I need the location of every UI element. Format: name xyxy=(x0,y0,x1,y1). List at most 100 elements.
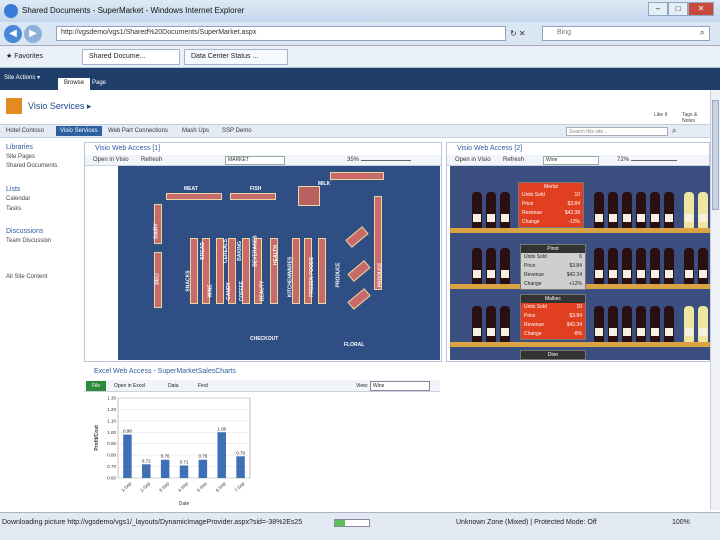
bar-7-Sep[interactable] xyxy=(236,456,245,478)
wine-bottle xyxy=(608,192,618,228)
search-icon[interactable]: ⌕ xyxy=(700,28,704,38)
favorites-button[interactable]: ★ Favorites xyxy=(6,52,43,60)
area-floral[interactable]: FLORAL xyxy=(344,342,364,348)
excel-data-menu[interactable]: Data xyxy=(168,383,179,389)
callout-pinot[interactable]: Pinot Units Sold 6 Price $3.84 Revenue $42.… xyxy=(520,244,586,290)
area-checkout[interactable]: CHECKOUT xyxy=(250,336,278,342)
nav-all-site-content[interactable]: All Site Content xyxy=(6,274,47,280)
aisle-wine[interactable]: WINE xyxy=(208,284,214,297)
visio2-zoom[interactable]: 72% xyxy=(617,157,629,163)
visio2-title[interactable]: Visio Web Access [2] xyxy=(447,143,709,155)
aisle-meat[interactable]: MEAT xyxy=(184,186,198,192)
page-scrollbar[interactable] xyxy=(710,90,720,510)
aisle-bread[interactable]: BREAD xyxy=(200,242,206,260)
security-zone: Unknown Zone (Mixed) | Protected Mode: O… xyxy=(456,519,597,526)
visio1-page-select[interactable]: MARKET xyxy=(225,156,285,165)
tags-notes-button[interactable]: Tags & Notes xyxy=(682,112,710,124)
maximize-button[interactable]: □ xyxy=(668,2,688,16)
back-button[interactable]: ◀ xyxy=(4,25,22,43)
aisle-baking[interactable]: BAKING xyxy=(237,241,243,261)
callout-merlot[interactable]: Merlot Units Sold 10 Price $3.84 Revenue $4… xyxy=(518,182,584,228)
nav-team-discussion[interactable]: Team Discussion xyxy=(6,238,51,244)
aisle-health[interactable]: HEALTH xyxy=(273,245,279,265)
aisle-milk[interactable]: MILK xyxy=(318,181,330,187)
visio1-open-button[interactable]: Open in Visio xyxy=(93,157,129,163)
search-input[interactable]: Bing xyxy=(542,26,710,41)
refresh-icon[interactable]: ↻ ✕ xyxy=(510,29,526,38)
excel-open-button[interactable]: Open in Excel xyxy=(114,383,145,389)
visio2-refresh-button[interactable]: Refresh xyxy=(503,157,524,163)
wine-bottle xyxy=(698,248,708,284)
store-map[interactable]: MEAT FISH MILK DAIRY DELI SNACKS BREAD W… xyxy=(118,166,440,360)
zoom-level[interactable]: 100% xyxy=(672,519,690,526)
aisle-produce-left[interactable]: PRODUCE xyxy=(336,262,342,287)
site-search-icon[interactable]: ⌕ xyxy=(672,126,676,136)
data-label: 1.00 xyxy=(217,426,226,431)
aisle-produce-right[interactable]: PRODUCE xyxy=(378,262,384,287)
aisle-beverages[interactable]: BEVERAGES xyxy=(253,235,259,266)
bar-4-Sep[interactable] xyxy=(179,465,189,478)
aisle-beauty[interactable]: BEAUTY xyxy=(259,281,265,302)
address-bar[interactable]: http://vgsdemo/vgs1/Shared%20Documents/S… xyxy=(56,26,506,41)
aisle-candy[interactable]: CANDY xyxy=(226,282,232,300)
nav-ssp-demo[interactable]: SSP Demo xyxy=(222,128,252,134)
aisle-kitchenwares[interactable]: KITCHENWARES xyxy=(287,257,293,298)
like-it-button[interactable]: Like It xyxy=(654,112,667,118)
tab-page[interactable]: Page xyxy=(86,78,112,90)
tab-data-center-status[interactable]: Data Center Status ... xyxy=(184,49,288,65)
aisle-coffee[interactable]: COFFEE xyxy=(239,281,245,301)
close-button[interactable]: ✕ xyxy=(688,2,714,16)
nav-tasks[interactable]: Tasks xyxy=(6,206,21,212)
aisle-dairy[interactable]: DAIRY xyxy=(154,223,160,238)
nav-hotel-contoso[interactable]: Hotel Contoso xyxy=(6,128,44,134)
aisle-deli[interactable]: DELI xyxy=(155,273,161,284)
visio1-refresh-button[interactable]: Refresh xyxy=(141,157,162,163)
visio2-zoom-slider[interactable] xyxy=(631,160,677,161)
site-title[interactable]: Visio Services ▸ xyxy=(28,101,91,112)
bar-3-Sep[interactable] xyxy=(160,459,170,478)
nav-mash-ups[interactable]: Mash Ups xyxy=(182,128,209,134)
nav-discussions[interactable]: Discussions xyxy=(6,228,43,235)
wine-bottle xyxy=(594,192,604,228)
bar-2-Sep[interactable] xyxy=(142,464,151,478)
visio1-zoom-slider[interactable] xyxy=(361,160,411,161)
data-label: 0.76 xyxy=(198,454,207,459)
aisle-cereals[interactable]: CEREALS xyxy=(223,239,229,263)
wine-shelf-diagram[interactable]: Merlot Units Sold 10 Price $3.84 Revenue $4… xyxy=(450,166,710,360)
wine-bottle xyxy=(664,306,674,342)
favorites-bar: ★ Favorites Shared Docume... Data Center… xyxy=(0,46,720,68)
nav-web-part-connections[interactable]: Web Part Connections xyxy=(108,128,168,134)
aisle-fish[interactable]: FISH xyxy=(250,186,261,192)
forward-button[interactable]: ▶ xyxy=(24,25,42,43)
callout-malbec[interactable]: Malbec Units Sold 10 Price $3.84 Revenue $4… xyxy=(520,294,586,340)
shelf-1 xyxy=(450,228,710,233)
nav-libraries[interactable]: Libraries xyxy=(6,144,33,151)
visio1-zoom[interactable]: 35% xyxy=(347,157,359,163)
bar-5-Sep[interactable] xyxy=(198,459,208,478)
callout-dion[interactable]: Dion xyxy=(520,350,586,360)
nav-site-pages[interactable]: Site Pages xyxy=(6,154,35,160)
excel-view-select[interactable]: Wine xyxy=(370,381,430,391)
site-search-input[interactable]: Search this site... xyxy=(566,127,668,136)
excel-file-button[interactable]: File xyxy=(86,381,106,391)
nav-visio-services[interactable]: Visio Services xyxy=(56,126,102,136)
site-actions-menu[interactable]: Site Actions ▾ xyxy=(4,74,40,81)
bar-6-Sep[interactable] xyxy=(217,432,226,478)
nav-shared-documents[interactable]: Shared Documents xyxy=(6,163,57,169)
aisle-frozen-foods[interactable]: FROZEN FOODS xyxy=(309,257,315,297)
nav-calendar[interactable]: Calendar xyxy=(6,196,30,202)
visio2-page-select[interactable]: Wine xyxy=(543,156,599,165)
shelf-3 xyxy=(450,342,710,347)
excel-title[interactable]: Excel Web Access - SuperMarketSalesChart… xyxy=(84,366,440,378)
wine-bottle xyxy=(594,306,604,342)
nav-lists[interactable]: Lists xyxy=(6,186,20,193)
excel-find-button[interactable]: Find xyxy=(198,383,208,389)
visio1-title[interactable]: Visio Web Access [1] xyxy=(85,143,441,155)
minimize-button[interactable]: – xyxy=(648,2,668,16)
bar-1-Sep[interactable] xyxy=(123,434,132,478)
visio2-open-button[interactable]: Open in Visio xyxy=(455,157,491,163)
aisle-snacks[interactable]: SNACKS xyxy=(186,270,192,291)
y-tick-label: 0.70 xyxy=(107,464,116,469)
tab-shared-documents[interactable]: Shared Docume... xyxy=(82,49,180,65)
scrollbar-thumb[interactable] xyxy=(712,100,719,210)
